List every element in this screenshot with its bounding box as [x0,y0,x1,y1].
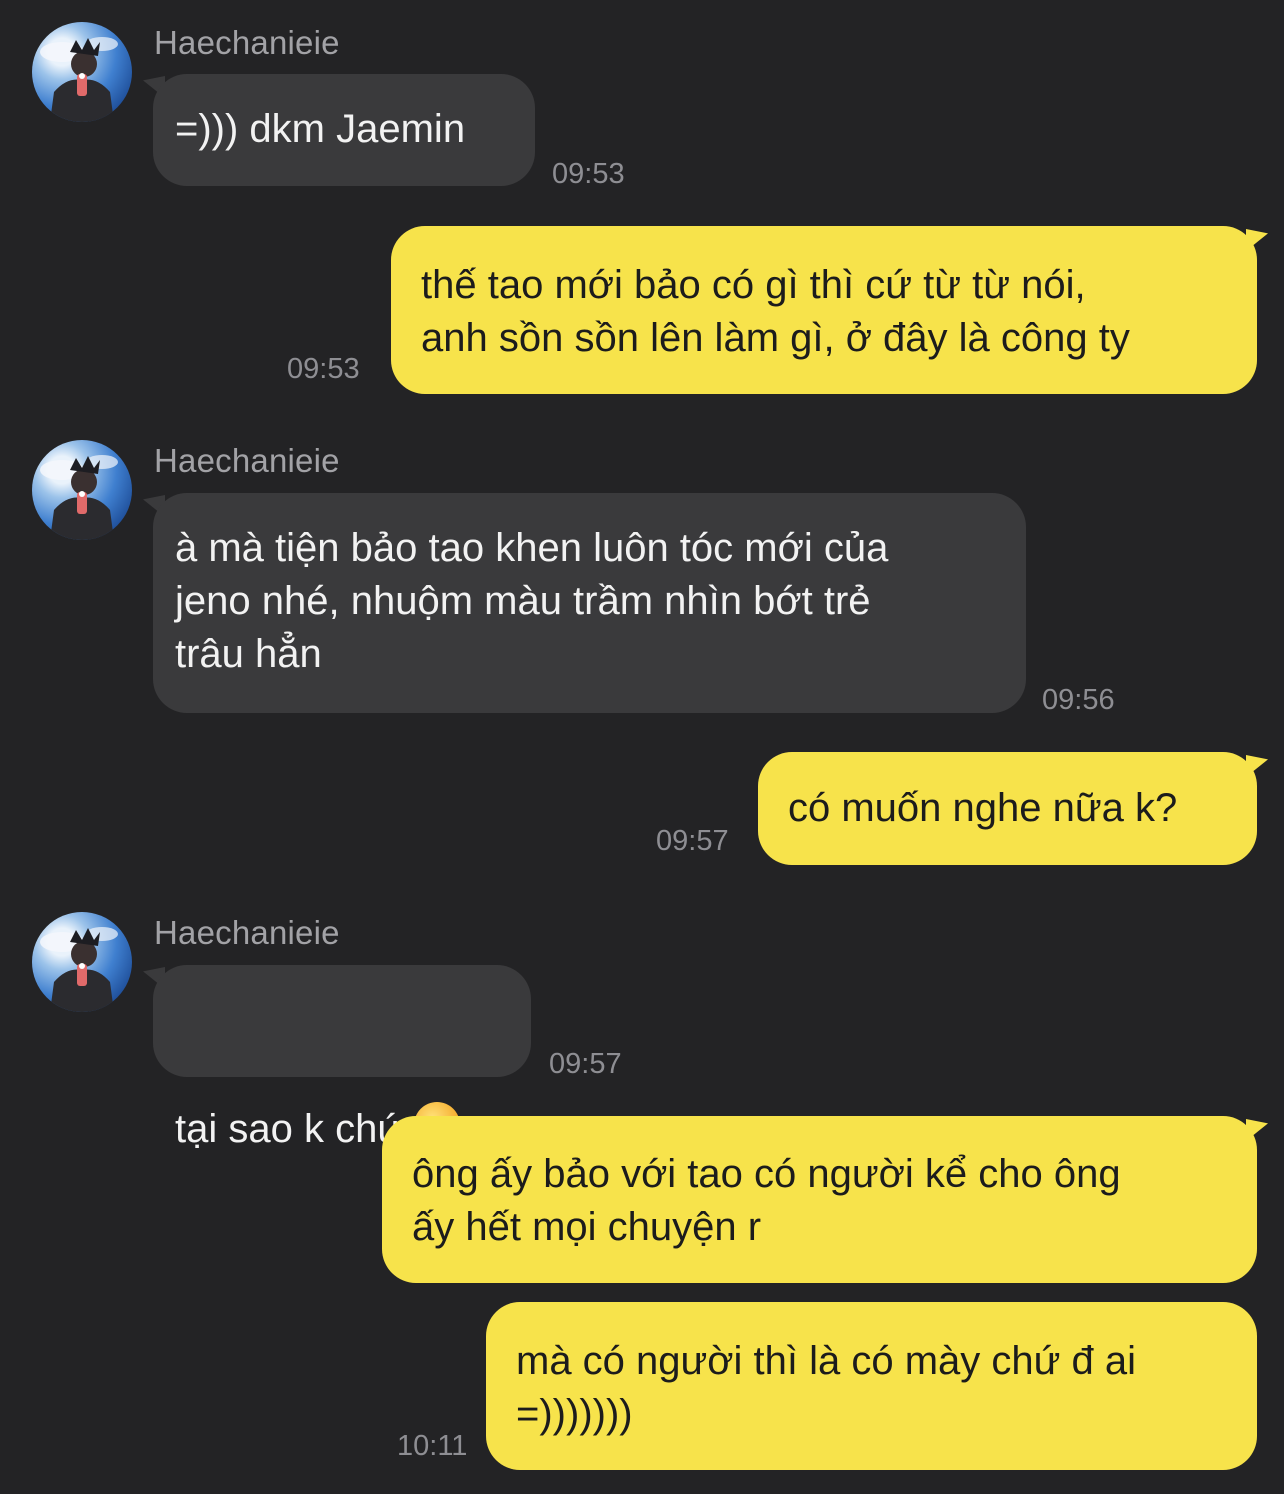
timestamp: 09:57 [549,1048,622,1080]
message-bubble[interactable]: =))) dkm Jaemin [153,74,535,186]
avatar-icon[interactable] [32,22,132,122]
sender-name: Haechanieie [154,24,340,61]
message-bubble[interactable]: ông ấy bảo với tao có người kể cho ông ấ… [382,1116,1257,1283]
message-bubble[interactable]: mà có người thì là có mày chứ đ ai =))))… [486,1302,1257,1470]
message-bubble[interactable]: thế tao mới bảo có gì thì cứ từ từ nói, … [391,226,1257,394]
timestamp: 09:53 [552,158,625,190]
sender-name: Haechanieie [154,914,340,951]
timestamp: 10:11 [397,1430,468,1462]
avatar-icon[interactable] [32,440,132,540]
timestamp: 09:56 [1042,684,1115,716]
message-bubble[interactable]: có muốn nghe nữa k? [758,752,1257,865]
avatar-icon[interactable] [32,912,132,1012]
message-bubble[interactable]: à mà tiện bảo tao khen luôn tóc mới của … [153,493,1026,713]
yum-face-emoji [412,1047,462,1148]
timestamp: 09:53 [287,353,360,385]
message-text: tại sao k chứ [175,1107,405,1151]
message-bubble[interactable]: tại sao k chứ [153,965,531,1151]
sender-name: Haechanieie [154,442,340,479]
timestamp: 09:57 [656,825,729,857]
